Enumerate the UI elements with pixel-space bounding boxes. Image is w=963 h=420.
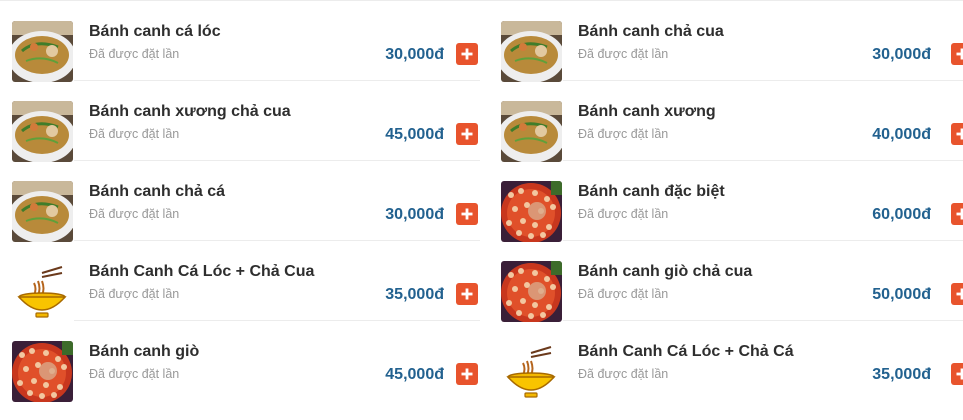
dish-thumbnail[interactable] — [12, 261, 73, 322]
order-count-label: Đã được đặt lần — [89, 367, 180, 381]
plus-icon — [461, 208, 473, 220]
dish-name[interactable]: Bánh canh cá lóc — [89, 23, 221, 41]
red-broth-pot-photo — [12, 341, 73, 402]
menu-column-right: Bánh canh chả cua Đã được đặt lần 30,000… — [489, 1, 963, 402]
dish-price: 35,000đ — [872, 366, 931, 383]
add-to-cart-button[interactable] — [951, 363, 963, 385]
dish-price: 45,000đ — [385, 126, 444, 143]
dish-name[interactable]: Bánh Canh Cá Lóc + Chả Cá — [578, 343, 794, 361]
plus-icon — [461, 48, 473, 60]
dish-price: 30,000đ — [385, 206, 444, 223]
soup-bowl-photo — [501, 101, 562, 162]
dish-price: 30,000đ — [872, 46, 931, 63]
order-count-label: Đã được đặt lần — [89, 127, 180, 141]
dish-thumbnail[interactable] — [12, 21, 73, 82]
order-count-label: Đã được đặt lần — [89, 287, 180, 301]
plus-icon — [461, 368, 473, 380]
dish-price: 35,000đ — [385, 286, 444, 303]
plus-icon — [461, 288, 473, 300]
order-count-label: Đã được đặt lần — [578, 47, 669, 61]
menu-item: Bánh canh giò chả cua Đã được đặt lần 50… — [489, 241, 963, 322]
soup-bowl-photo — [12, 21, 73, 82]
add-to-cart-button[interactable] — [951, 203, 963, 225]
menu-item: Bánh canh chả cá Đã được đặt lần 30,000đ — [0, 161, 480, 242]
menu-item: Bánh canh chả cua Đã được đặt lần 30,000… — [489, 1, 963, 82]
red-broth-pot-photo — [501, 181, 562, 242]
dish-name[interactable]: Bánh canh giò chả cua — [578, 263, 752, 281]
dish-thumbnail[interactable] — [501, 21, 562, 82]
plus-icon — [956, 288, 963, 300]
dish-thumbnail[interactable] — [501, 341, 562, 402]
add-to-cart-button[interactable] — [951, 43, 963, 65]
plus-icon — [956, 208, 963, 220]
menu-item: Bánh canh đặc biệt Đã được đặt lần 60,00… — [489, 161, 963, 242]
order-count-label: Đã được đặt lần — [578, 287, 669, 301]
soup-bowl-photo — [501, 21, 562, 82]
plus-icon — [956, 368, 963, 380]
order-count-label: Đã được đặt lần — [89, 207, 180, 221]
plus-icon — [461, 128, 473, 140]
dish-price: 50,000đ — [872, 286, 931, 303]
soup-bowl-photo — [12, 181, 73, 242]
noodle-bowl-icon — [12, 261, 73, 322]
menu-item: Bánh canh xương chả cua Đã được đặt lần … — [0, 81, 480, 162]
order-count-label: Đã được đặt lần — [578, 207, 669, 221]
dish-name[interactable]: Bánh canh chả cá — [89, 183, 225, 201]
order-count-label: Đã được đặt lần — [89, 47, 180, 61]
order-count-label: Đã được đặt lần — [578, 127, 669, 141]
add-to-cart-button[interactable] — [456, 363, 478, 385]
dish-thumbnail[interactable] — [501, 101, 562, 162]
dish-name[interactable]: Bánh canh đặc biệt — [578, 183, 725, 201]
red-broth-pot-photo — [501, 261, 562, 322]
dish-thumbnail[interactable] — [12, 341, 73, 402]
menu-item: Bánh canh xương Đã được đặt lần 40,000đ — [489, 81, 963, 162]
noodle-bowl-icon — [501, 341, 562, 402]
soup-bowl-photo — [12, 101, 73, 162]
dish-name[interactable]: Bánh canh xương — [578, 103, 716, 121]
menu-item: Bánh canh giò Đã được đặt lần 45,000đ — [0, 321, 480, 402]
add-to-cart-button[interactable] — [951, 123, 963, 145]
menu-item: Bánh canh cá lóc Đã được đặt lần 30,000đ — [0, 1, 480, 82]
dish-thumbnail[interactable] — [12, 101, 73, 162]
dish-price: 45,000đ — [385, 366, 444, 383]
dish-name[interactable]: Bánh canh xương chả cua — [89, 103, 291, 121]
order-count-label: Đã được đặt lần — [578, 367, 669, 381]
dish-name[interactable]: Bánh canh giò — [89, 343, 199, 361]
dish-price: 30,000đ — [385, 46, 444, 63]
add-to-cart-button[interactable] — [456, 283, 478, 305]
dish-thumbnail[interactable] — [501, 181, 562, 242]
dish-price: 60,000đ — [872, 206, 931, 223]
menu-list: Bánh canh cá lóc Đã được đặt lần 30,000đ… — [0, 0, 963, 420]
add-to-cart-button[interactable] — [456, 203, 478, 225]
plus-icon — [956, 48, 963, 60]
menu-column-left: Bánh canh cá lóc Đã được đặt lần 30,000đ… — [0, 1, 480, 402]
plus-icon — [956, 128, 963, 140]
dish-name[interactable]: Bánh Canh Cá Lóc + Chả Cua — [89, 263, 314, 281]
add-to-cart-button[interactable] — [951, 283, 963, 305]
dish-thumbnail[interactable] — [501, 261, 562, 322]
menu-item: Bánh Canh Cá Lóc + Chả Cá Đã được đặt lầ… — [489, 321, 963, 402]
menu-item: Bánh Canh Cá Lóc + Chả Cua Đã được đặt l… — [0, 241, 480, 322]
add-to-cart-button[interactable] — [456, 43, 478, 65]
dish-name[interactable]: Bánh canh chả cua — [578, 23, 724, 41]
dish-price: 40,000đ — [872, 126, 931, 143]
dish-thumbnail[interactable] — [12, 181, 73, 242]
add-to-cart-button[interactable] — [456, 123, 478, 145]
